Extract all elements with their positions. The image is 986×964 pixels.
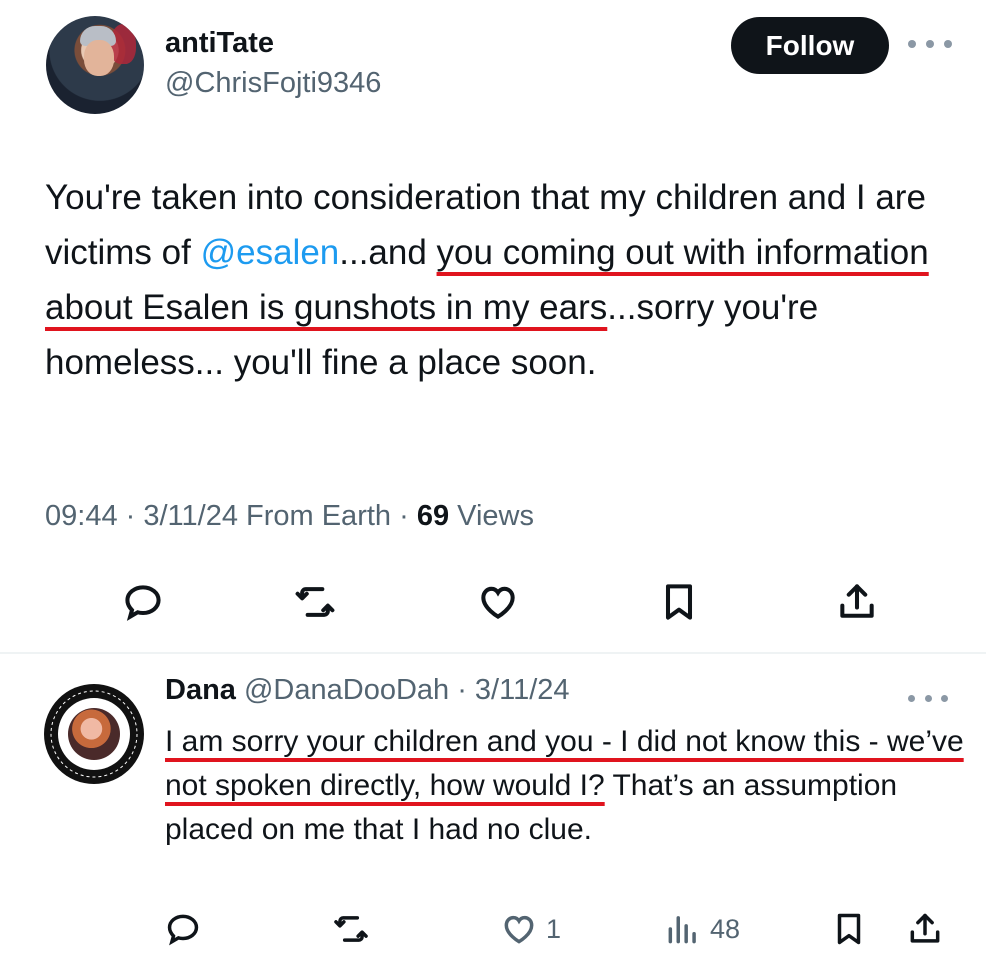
views-button[interactable]: 48 (664, 906, 740, 952)
like-button[interactable]: 1 (500, 906, 561, 952)
share-icon (840, 584, 874, 618)
mention-link[interactable]: @esalen (201, 233, 340, 272)
bookmark-button[interactable] (830, 906, 868, 952)
views-label: Views (449, 500, 534, 532)
reply-icon (167, 914, 199, 946)
bookmark-icon (837, 913, 861, 945)
like-icon (504, 915, 534, 944)
share-icon (910, 913, 940, 943)
bookmark-icon (665, 584, 693, 620)
avatar[interactable] (44, 684, 144, 784)
reply-icon (125, 585, 161, 621)
follow-button[interactable]: Follow (731, 17, 889, 74)
more-icon[interactable] (908, 688, 948, 708)
share-button[interactable] (906, 906, 944, 952)
reply-post: Dana @DanaDooDah · 3/11/24 I am sorry yo… (0, 654, 986, 964)
like-count: 1 (546, 913, 562, 944)
bookmark-button[interactable] (652, 575, 706, 629)
reply-header: Dana @DanaDooDah · 3/11/24 (165, 674, 570, 707)
views-count: 69 (416, 500, 450, 532)
post-meta: 09:44 · 3/11/24 From Earth · 69 Views (45, 500, 534, 533)
user-handle[interactable]: @ChrisFojti9346 (165, 67, 381, 100)
views-count: 48 (710, 913, 741, 944)
reply-button[interactable] (164, 906, 202, 952)
display-name[interactable]: Dana (165, 674, 236, 706)
repost-icon (295, 587, 335, 617)
tweet-text-part: ...and (339, 233, 437, 272)
repost-button[interactable] (332, 906, 370, 952)
avatar[interactable] (46, 16, 144, 114)
user-handle-date[interactable]: @DanaDooDah · 3/11/24 (236, 674, 570, 706)
tweet-text: You're taken into consideration that my … (45, 170, 960, 390)
share-button[interactable] (830, 575, 884, 629)
views-icon (668, 916, 696, 944)
repost-icon (334, 916, 368, 942)
like-icon (481, 586, 515, 619)
reply-button[interactable] (116, 575, 170, 629)
display-name[interactable]: antiTate (165, 27, 274, 60)
reply-text: I am sorry your children and you - I did… (165, 720, 965, 852)
repost-button[interactable] (288, 575, 342, 629)
avatar-art (84, 40, 114, 76)
action-bar (0, 575, 986, 629)
action-bar: 1 48 (0, 906, 986, 952)
main-post: antiTate @ChrisFojti9346 Follow You're t… (0, 0, 986, 652)
like-button[interactable] (471, 575, 525, 629)
logo-ring-icon (50, 690, 138, 778)
timestamp[interactable]: 09:44 · 3/11/24 From Earth · (45, 500, 417, 532)
more-icon[interactable] (908, 32, 952, 56)
